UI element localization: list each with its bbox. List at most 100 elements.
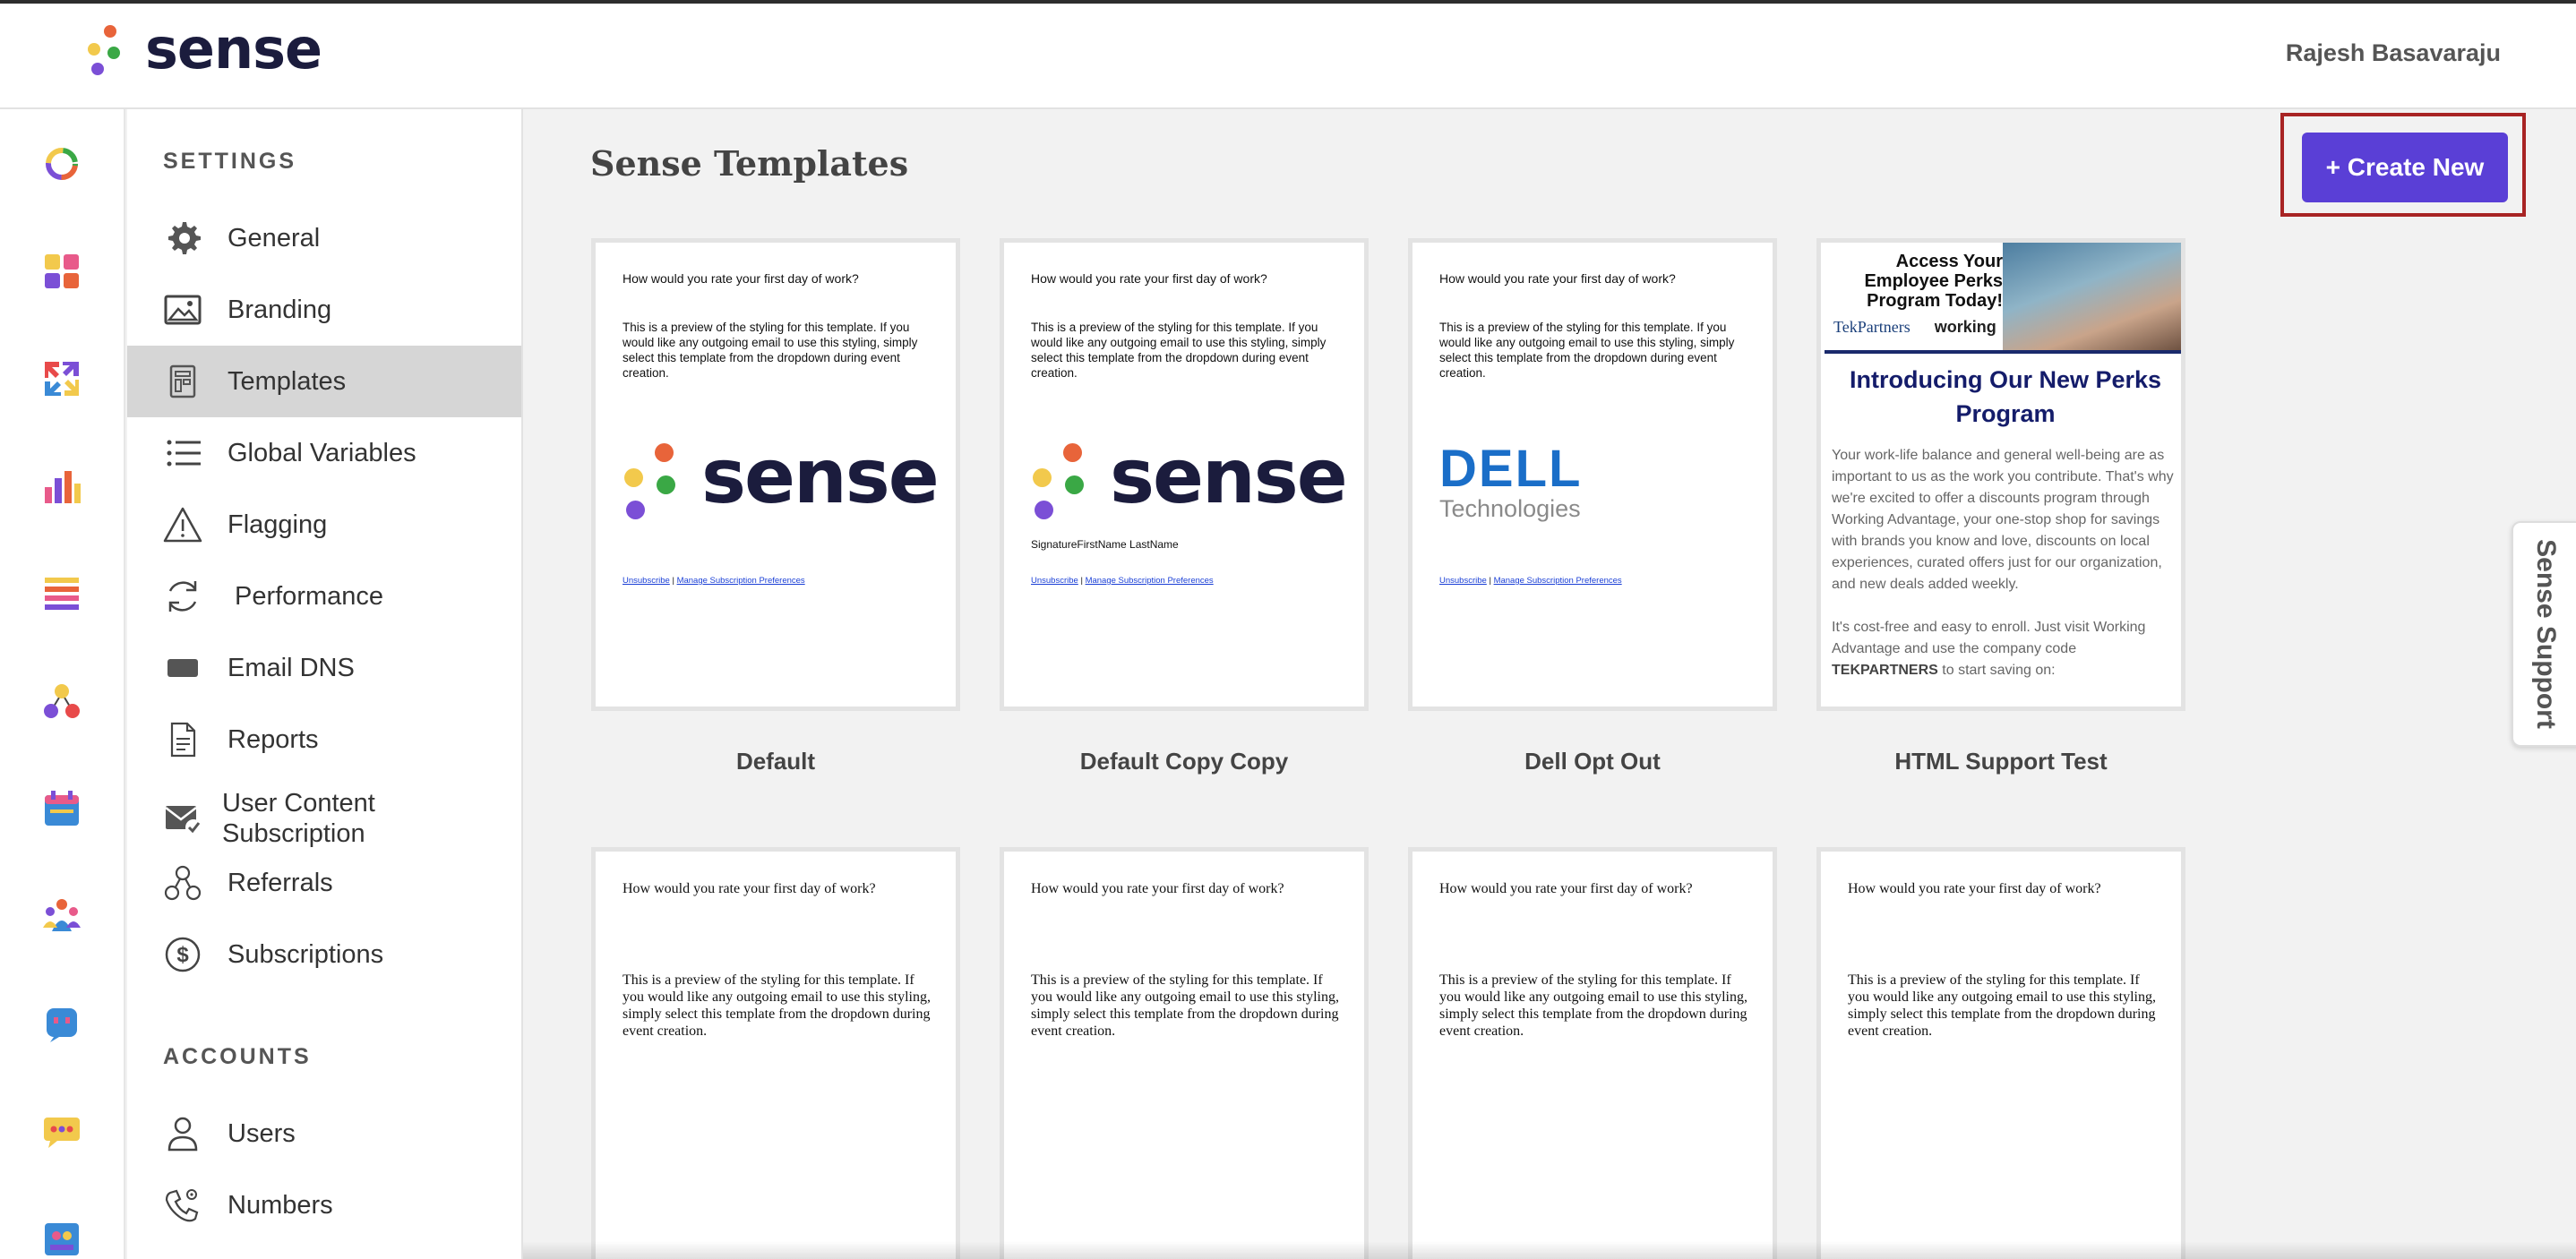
user-menu[interactable]: Rajesh Basavaraju — [2286, 39, 2501, 67]
sidebar-item-label: Email DNS — [228, 654, 355, 682]
sidebar-item-branding[interactable]: Branding — [127, 274, 521, 346]
sidebar-item-users[interactable]: Users — [127, 1098, 521, 1169]
template-card[interactable]: How would you rate your first day of wor… — [1408, 847, 1777, 1259]
sidebar-item-label: Reports — [228, 725, 319, 754]
sidebar-item-label: Performance — [235, 582, 384, 611]
svg-text:$: $ — [176, 943, 189, 967]
sidebar-item-label: Users — [228, 1119, 296, 1148]
sidebar-item-email-dns[interactable]: Email DNS — [127, 632, 521, 704]
sidebar-item-label: Templates — [228, 367, 347, 396]
dell-technologies-logo: DELL Technologies — [1439, 440, 1583, 523]
list-icon — [163, 433, 202, 473]
sidebar-item-subscriptions[interactable]: $ Subscriptions — [127, 919, 521, 990]
sidebar-item-label: Branding — [228, 295, 332, 324]
sense-logo-preview: sense — [623, 433, 940, 522]
preview-question: How would you rate your first day of wor… — [623, 881, 876, 896]
dell-subtitle: Technologies — [1439, 495, 1581, 522]
top-header: sense Rajesh Basavaraju — [0, 4, 2576, 109]
template-card-dell-opt-out[interactable]: How would you rate your first day of wor… — [1408, 238, 1777, 711]
template-name[interactable]: Dell Opt Out — [1408, 748, 1777, 775]
link-separator: | — [1489, 576, 1491, 586]
sidebar-item-label: Global Variables — [228, 439, 416, 467]
manage-preferences-link: Manage Subscription Preferences — [1085, 576, 1214, 586]
link-separator: | — [672, 576, 674, 586]
preview-question: How would you rate your first day of wor… — [1031, 881, 1284, 896]
family-photo — [2003, 243, 2181, 350]
perks-banner: Access Your Employee Perks Program Today… — [1825, 243, 2181, 350]
sense-logo-preview: sense — [1031, 433, 1348, 522]
sidebar-item-flagging[interactable]: Flagging — [127, 489, 521, 561]
preview-body: This is a preview of the styling for thi… — [623, 972, 931, 1039]
chatbot-icon[interactable] — [41, 1003, 82, 1044]
sidebar-item-reports[interactable]: Reports — [127, 704, 521, 775]
chat-bubble-icon[interactable] — [41, 1110, 82, 1152]
sidebar-item-numbers[interactable]: Numbers — [127, 1169, 521, 1241]
sidebar-item-label: Flagging — [228, 510, 328, 539]
sidebar-item-global-variables[interactable]: Global Variables — [127, 417, 521, 489]
dashboard-icon[interactable] — [41, 143, 82, 184]
accounts-section-title: ACCOUNTS — [163, 1044, 312, 1069]
template-name[interactable]: Default Copy Copy — [1000, 748, 1369, 775]
preview-body: This is a preview of the styling for thi… — [623, 321, 918, 380]
gear-icon — [163, 218, 202, 258]
manage-preferences-link: Manage Subscription Preferences — [1493, 576, 1622, 586]
preview-question: How would you rate your first day of wor… — [1031, 271, 1267, 286]
company-code: TEKPARTNERS — [1832, 663, 1938, 678]
preview-question: How would you rate your first day of wor… — [1848, 881, 2101, 896]
create-new-highlight: + Create New — [2280, 113, 2526, 217]
template-card[interactable]: How would you rate your first day of wor… — [591, 847, 960, 1259]
mail-check-icon — [163, 799, 202, 838]
create-new-button[interactable]: + Create New — [2302, 133, 2508, 202]
enroll-text-end: to start saving on: — [1942, 663, 2056, 678]
logo-dots-icon — [86, 23, 129, 82]
sidebar-item-label: Numbers — [228, 1191, 333, 1220]
sense-support-tab[interactable]: Sense Support — [2512, 521, 2576, 747]
perks-paragraph: Your work-life balance and general well-… — [1832, 448, 2174, 592]
sidebar-item-templates[interactable]: Templates — [127, 346, 521, 417]
template-name[interactable]: HTML Support Test — [1816, 748, 2185, 775]
scroll-shadow — [523, 1241, 2576, 1259]
list-icon[interactable] — [41, 573, 82, 614]
working-advantage-logo: working — [1934, 318, 1996, 336]
team-icon[interactable] — [41, 895, 82, 937]
image-icon — [163, 290, 202, 330]
app-rail — [0, 109, 125, 1259]
preview-question: How would you rate your first day of wor… — [1439, 881, 1693, 896]
preview-body: This is a preview of the styling for thi… — [1031, 972, 1339, 1039]
template-card[interactable]: How would you rate your first day of wor… — [1816, 847, 2185, 1259]
phone-gear-icon — [163, 1186, 202, 1225]
template-card-default[interactable]: How would you rate your first day of wor… — [591, 238, 960, 711]
partner-logos: TekPartners working — [1833, 318, 2004, 337]
people-network-icon[interactable] — [41, 681, 82, 722]
sidebar-item-label: Subscriptions — [228, 940, 384, 969]
contacts-icon[interactable] — [41, 1218, 82, 1259]
sidebar-item-label: User Content Subscription — [222, 789, 375, 848]
unsubscribe-link: Unsubscribe — [623, 576, 670, 586]
preview-body: This is a preview of the styling for thi… — [1439, 972, 1747, 1039]
bar-chart-icon[interactable] — [41, 466, 82, 507]
template-card-default-copy-copy[interactable]: How would you rate your first day of wor… — [1000, 238, 1369, 711]
sense-logo[interactable]: sense — [86, 16, 322, 86]
preview-question: How would you rate your first day of wor… — [623, 271, 859, 286]
sidebar-item-label: General — [228, 224, 321, 253]
sync-arrows-icon[interactable] — [41, 358, 82, 399]
template-card[interactable]: How would you rate your first day of wor… — [1000, 847, 1369, 1259]
warning-icon — [163, 505, 202, 544]
template-card-html-support-test[interactable]: Access Your Employee Perks Program Today… — [1816, 238, 2185, 711]
banner-headline: Access Your Employee Perks Program Today… — [1864, 252, 2003, 311]
sidebar-item-performance[interactable]: Performance — [127, 561, 521, 632]
sidebar-item-referrals[interactable]: Referrals — [127, 847, 521, 919]
dollar-icon: $ — [163, 935, 202, 974]
perks-heading: Introducing Our New Perks Program — [1849, 366, 2162, 427]
calendar-icon[interactable] — [41, 788, 82, 829]
apps-icon[interactable] — [41, 251, 82, 292]
support-label: Sense Support — [2531, 539, 2561, 729]
template-name[interactable]: Default — [591, 748, 960, 775]
document-icon — [163, 720, 202, 759]
dell-wordmark: DELL — [1439, 440, 1583, 498]
preview-body: This is a preview of the styling for thi… — [1439, 321, 1735, 380]
unsubscribe-link: Unsubscribe — [1031, 576, 1078, 586]
sidebar-item-general[interactable]: General — [127, 202, 521, 274]
preview-footer-links: Unsubscribe | Manage Subscription Prefer… — [1439, 576, 1622, 586]
tekpartners-logo: TekPartners — [1833, 318, 1911, 336]
